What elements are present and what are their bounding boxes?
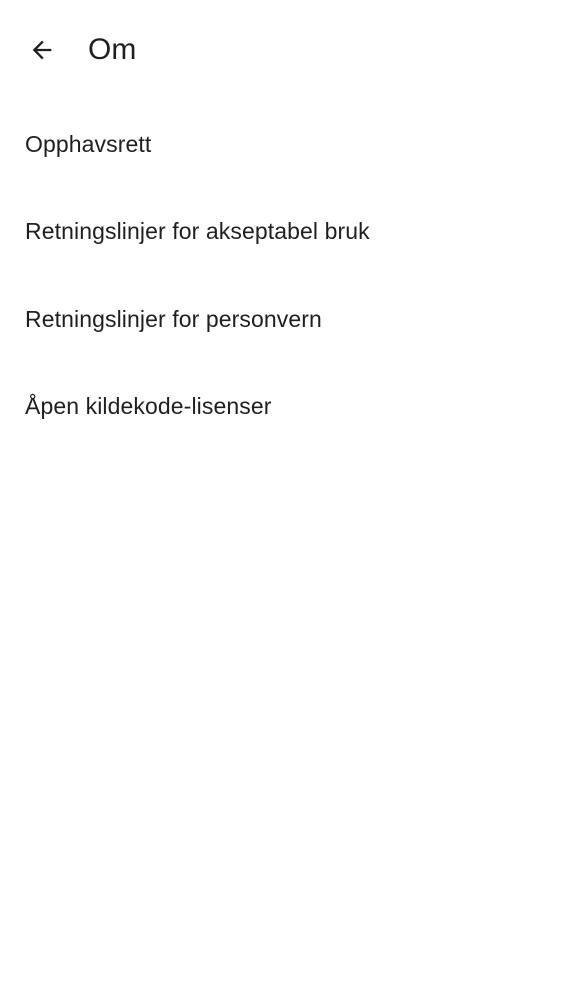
menu-item-privacy-policy[interactable]: Retningslinjer for personvern <box>0 275 562 363</box>
menu-item-acceptable-use-policy[interactable]: Retningslinjer for akseptabel bruk <box>0 188 562 276</box>
menu-item-copyright[interactable]: Opphavsrett <box>0 100 562 188</box>
back-button[interactable] <box>18 26 66 74</box>
menu-item-open-source-licenses[interactable]: Åpen kildekode-lisenser <box>0 363 562 451</box>
menu-item-label: Opphavsrett <box>25 130 152 157</box>
menu-item-label: Retningslinjer for akseptabel bruk <box>25 218 370 245</box>
top-app-bar: Om <box>0 0 562 100</box>
about-menu-list: Opphavsrett Retningslinjer for akseptabe… <box>0 100 562 450</box>
menu-item-label: Åpen kildekode-lisenser <box>25 393 272 420</box>
page-title: Om <box>88 33 137 66</box>
arrow-back-icon <box>28 36 56 64</box>
menu-item-label: Retningslinjer for personvern <box>25 305 322 332</box>
